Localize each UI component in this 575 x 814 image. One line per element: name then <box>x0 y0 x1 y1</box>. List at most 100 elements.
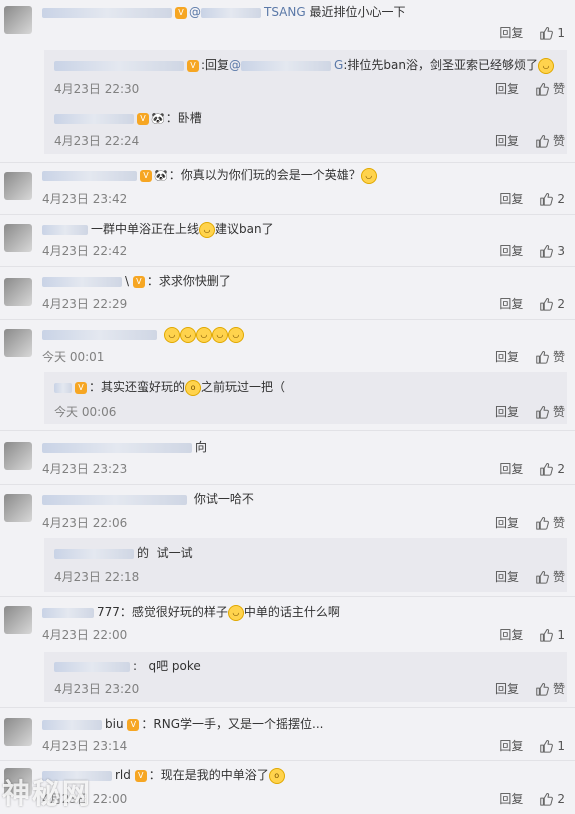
like-button[interactable]: 2 <box>539 462 565 476</box>
laugh-emoji-icon: ◡ <box>537 57 554 74</box>
reply-button[interactable]: 回复 <box>499 790 523 807</box>
username[interactable] <box>42 607 94 618</box>
thumbs-up-icon <box>539 26 553 40</box>
like-button[interactable]: 赞 <box>535 132 565 149</box>
avatar[interactable] <box>4 224 32 252</box>
username[interactable] <box>42 224 88 235</box>
comment-text: 最近排位小心一下 <box>309 5 406 19</box>
avatar[interactable] <box>4 278 32 306</box>
reply-text: 试一试 <box>156 546 193 560</box>
reply-button[interactable]: 回复 <box>499 295 523 312</box>
username[interactable] <box>42 329 157 340</box>
reply-item: : q吧 poke 4月23日 23:20 回复 赞 <box>0 652 575 702</box>
like-button[interactable]: 赞 <box>535 348 565 365</box>
reply-button[interactable]: 回复 <box>499 737 523 754</box>
like-button[interactable]: 赞 <box>535 568 565 585</box>
like-button[interactable]: 2 <box>539 297 565 311</box>
thumbs-up-icon <box>539 192 553 206</box>
mention-link[interactable]: @ TSANG <box>189 5 306 19</box>
reply-button[interactable]: 回复 <box>495 348 519 365</box>
like-button[interactable]: 3 <box>539 244 565 258</box>
username[interactable] <box>42 276 122 287</box>
reply-button[interactable]: 回复 <box>499 626 523 643</box>
reply-button[interactable]: 回复 <box>495 80 519 97</box>
username[interactable] <box>42 170 137 181</box>
timestamp: 今天 00:06 <box>54 405 117 419</box>
grin-emoji-icon: ◡ <box>227 604 244 621</box>
like-button[interactable]: 1 <box>539 739 565 753</box>
timestamp: 4月23日 22:24 <box>54 134 140 148</box>
comment-body: 向 <box>42 438 565 456</box>
username[interactable] <box>54 60 184 71</box>
thumbs-up-icon <box>535 570 549 584</box>
reply-button[interactable]: 回复 <box>499 24 523 41</box>
avatar[interactable] <box>4 329 32 357</box>
timestamp: 4月23日 22:30 <box>54 82 140 96</box>
smile-emoji-icon: ◡ <box>360 167 377 184</box>
comment-body: V 🐼：你真以为你们玩的会是一个英雄？ ◡ <box>42 166 565 184</box>
thumbs-up-icon <box>535 82 549 96</box>
timestamp: 4月23日 22:18 <box>54 570 140 584</box>
thumbs-up-icon <box>539 792 553 806</box>
username[interactable] <box>54 382 72 393</box>
reply-button[interactable]: 回复 <box>499 190 523 207</box>
reply-button[interactable]: 回复 <box>495 132 519 149</box>
reply-body: : q吧 poke <box>54 657 565 675</box>
like-button[interactable]: 赞 <box>535 514 565 531</box>
grin-emoji-icon: ◡ <box>195 326 212 343</box>
reply-button[interactable]: 回复 <box>495 403 519 420</box>
mention-link[interactable]: @ G <box>229 58 343 72</box>
shocked-emoji-icon: o <box>268 767 285 784</box>
username[interactable] <box>42 7 172 18</box>
avatar[interactable] <box>4 6 32 34</box>
comment-item: ◡ ◡ ◡ ◡ ◡ 今天 00:01 回复 赞 <box>0 321 575 371</box>
avatar[interactable] <box>4 606 32 634</box>
comment-body: V @ TSANG 最近排位小心一下 <box>42 3 565 21</box>
like-button[interactable]: 赞 <box>535 403 565 420</box>
thumbs-up-icon <box>539 244 553 258</box>
reply-button[interactable]: 回复 <box>495 680 519 697</box>
vip-badge-icon: V <box>137 112 149 125</box>
timestamp: 4月23日 23:14 <box>42 739 128 753</box>
timestamp: 4月23日 22:29 <box>42 297 128 311</box>
reply-button[interactable]: 回复 <box>495 568 519 585</box>
comment-body: \ V ：求求你快删了 <box>42 272 565 290</box>
username[interactable] <box>42 494 187 505</box>
comment-item: V @ TSANG 最近排位小心一下 回复 1 <box>0 0 575 50</box>
vip-badge-icon: V <box>187 59 199 72</box>
avatar[interactable] <box>4 494 32 522</box>
panda-emoji-icon: 🐼 <box>151 111 165 125</box>
vip-badge-icon: V <box>140 169 152 182</box>
reply-button[interactable]: 回复 <box>495 514 519 531</box>
username[interactable] <box>42 442 192 453</box>
avatar[interactable] <box>4 718 32 746</box>
reply-text: q吧 poke <box>148 659 201 673</box>
username[interactable] <box>54 661 130 672</box>
like-button[interactable]: 1 <box>539 628 565 642</box>
reply-body: V:回复@ G:排位先ban浴，剑圣亚索已经够烦了 ◡ <box>54 56 565 74</box>
like-button[interactable]: 赞 <box>535 680 565 697</box>
like-button[interactable]: 2 <box>539 192 565 206</box>
divider <box>0 430 575 431</box>
vip-badge-icon: V <box>134 769 147 782</box>
like-button[interactable]: 1 <box>539 26 565 40</box>
watermark: 神秘网 <box>2 777 93 810</box>
timestamp: 今天 00:01 <box>42 350 105 364</box>
reply-button[interactable]: 回复 <box>499 242 523 259</box>
reply-item: V:回复@ G:排位先ban浴，剑圣亚索已经够烦了 ◡ 4月23日 22:30 回复… <box>0 52 575 102</box>
reply-body: V ：其实还蛮好玩的 o 之前玩过一把（ <box>54 378 565 396</box>
comment-text: ：你真以为你们玩的会是一个英雄？ <box>168 168 361 182</box>
avatar[interactable] <box>4 442 32 470</box>
reply-button[interactable]: 回复 <box>499 460 523 477</box>
comment-text: 一群中单浴正在上线 <box>91 222 200 236</box>
vip-badge-icon: V <box>175 6 187 19</box>
thumbs-up-icon <box>539 739 553 753</box>
username[interactable] <box>42 719 102 730</box>
comment-body: 你试一哈不 <box>42 490 565 508</box>
avatar[interactable] <box>4 172 32 200</box>
like-button[interactable]: 赞 <box>535 80 565 97</box>
username[interactable] <box>54 113 134 124</box>
divider <box>0 162 575 163</box>
like-button[interactable]: 2 <box>539 792 565 806</box>
username[interactable] <box>54 548 134 559</box>
